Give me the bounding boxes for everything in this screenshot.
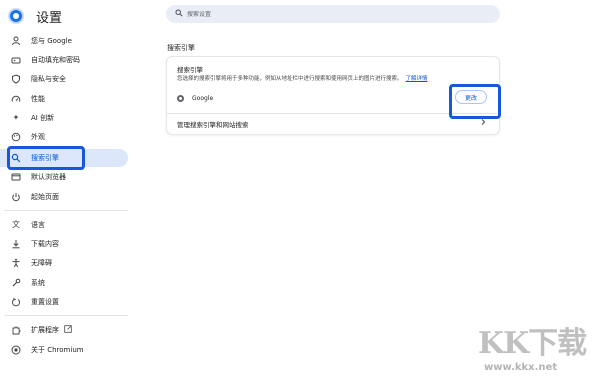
- sidebar-item-label: 外观: [31, 133, 45, 141]
- sidebar-item-downloads[interactable]: 下载内容: [0, 235, 128, 253]
- engine-name: Google: [192, 94, 214, 102]
- sparkle-icon: ✦: [12, 113, 20, 122]
- sidebar-item-label: 搜索引擎: [31, 154, 59, 162]
- learn-more-link[interactable]: 了解详情: [406, 76, 428, 82]
- chromium-logo-icon: [8, 8, 24, 24]
- sidebar-item-performance[interactable]: 性能: [0, 90, 128, 108]
- google-icon: [177, 94, 184, 102]
- power-icon: [11, 192, 21, 202]
- sidebar-item-ai[interactable]: ✦ AI 创新: [0, 109, 128, 127]
- sidebar-item-label: 下载内容: [31, 240, 59, 248]
- sidebar-item-label: 起始页面: [31, 193, 59, 201]
- sidebar-item-label: 语言: [31, 221, 45, 229]
- palette-icon: [11, 132, 21, 142]
- sidebar-item-extensions[interactable]: 扩展程序: [0, 321, 128, 339]
- sidebar-item-default-browser[interactable]: 默认浏览器: [0, 168, 128, 186]
- sidebar-item-label: AI 创新: [31, 114, 55, 122]
- manage-search-engines-row[interactable]: 管理搜索引擎和网站搜索: [167, 114, 499, 134]
- sidebar-item-reset-settings[interactable]: 重置设置: [0, 293, 128, 311]
- description-text: 您选择的搜索引擎将用于多种功能，例如从地址栏中进行搜索和使用网页上的图片进行搜索…: [177, 76, 403, 82]
- sidebar-item-privacy[interactable]: 隐私与安全: [0, 70, 128, 88]
- puzzle-icon: [11, 325, 21, 335]
- translate-icon: 文: [12, 220, 20, 229]
- app-header: 设置: [8, 6, 62, 26]
- sidebar-item-label: 扩展程序: [31, 326, 59, 334]
- sidebar-item-languages[interactable]: 文 语言: [0, 216, 128, 234]
- search-icon: [11, 153, 21, 163]
- sidebar-item-accessibility[interactable]: 无障碍: [0, 254, 128, 272]
- key-icon: [11, 55, 21, 65]
- watermark-logo: KK下载: [478, 326, 587, 361]
- sidebar-item-label: 默认浏览器: [31, 173, 66, 181]
- open-in-new-icon: [64, 325, 72, 335]
- watermark-url: www.kkx.net: [484, 362, 558, 373]
- card-description: 您选择的搜索引擎将用于多种功能，例如从地址栏中进行搜索和使用网页上的图片进行搜索…: [177, 74, 428, 82]
- sidebar-item-label: 性能: [31, 95, 45, 103]
- sidebar-item-on-startup[interactable]: 起始页面: [0, 188, 128, 206]
- speedometer-icon: [11, 94, 21, 104]
- sidebar-item-label: 隐私与安全: [31, 75, 66, 83]
- sidebar-item-label: 重置设置: [31, 298, 59, 306]
- search-bar[interactable]: [166, 5, 500, 23]
- sidebar-divider: [4, 210, 128, 211]
- sidebar-item-label: 您与 Google: [31, 37, 72, 45]
- download-icon: [11, 239, 21, 249]
- sidebar-divider: [4, 315, 128, 316]
- sidebar-item-label: 无障碍: [31, 259, 52, 267]
- sidebar-item-you-and-google[interactable]: 您与 Google: [0, 32, 128, 50]
- section-title: 搜索引擎: [167, 44, 195, 52]
- sidebar-item-autofill[interactable]: 自动填充和密码: [0, 51, 128, 69]
- sidebar-item-label: 系统: [31, 279, 45, 287]
- reset-icon: [11, 297, 21, 307]
- sidebar-item-appearance[interactable]: 外观: [0, 128, 128, 146]
- browser-window-icon: [11, 172, 21, 182]
- card-heading: 搜索引擎: [177, 66, 203, 74]
- chevron-right-icon: [479, 118, 487, 128]
- sidebar-item-label: 关于 Chromium: [31, 346, 84, 354]
- wrench-icon: [11, 278, 21, 288]
- sidebar-item-label: 自动填充和密码: [31, 56, 80, 64]
- chromium-icon: [11, 345, 21, 355]
- change-button[interactable]: 更改: [455, 90, 487, 104]
- sidebar-item-system[interactable]: 系统: [0, 274, 128, 292]
- sidebar-item-about[interactable]: 关于 Chromium: [0, 341, 128, 359]
- search-engine-card: 搜索引擎 您选择的搜索引擎将用于多种功能，例如从地址栏中进行搜索和使用网页上的图…: [167, 57, 499, 134]
- page-title: 设置: [36, 10, 63, 26]
- search-icon: [175, 9, 183, 19]
- accessibility-icon: [11, 258, 21, 268]
- sidebar: 设置 您与 Google 自动填充和密码 隐私与安全 性能 ✦ AI 创新 外观: [0, 0, 135, 386]
- manage-label: 管理搜索引擎和网站搜索: [177, 121, 249, 129]
- watermark: KK下载 www.kkx.net: [478, 318, 596, 384]
- current-engine: Google: [177, 93, 213, 103]
- search-input[interactable]: [187, 10, 487, 18]
- shield-icon: [11, 74, 21, 84]
- sidebar-item-search-engine[interactable]: 搜索引擎: [0, 149, 128, 167]
- person-icon: [11, 36, 21, 46]
